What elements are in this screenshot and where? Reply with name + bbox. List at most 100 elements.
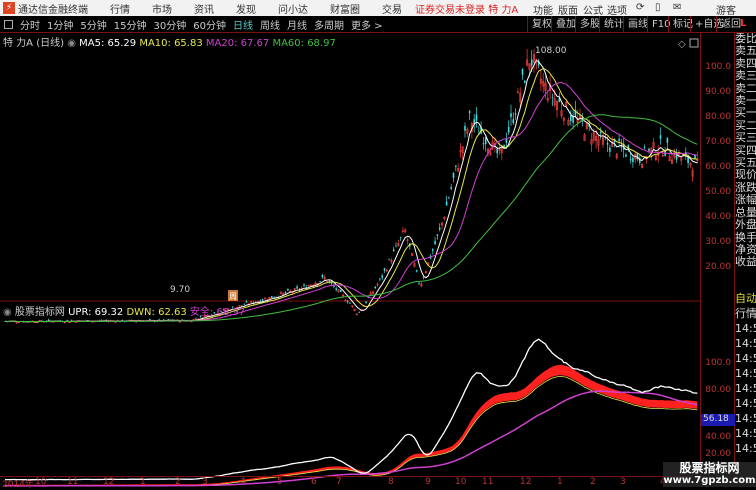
indicator-tick: 80.00 <box>705 385 731 395</box>
price-tick: 60.00 <box>705 162 731 172</box>
candle-body <box>328 280 331 282</box>
price-tick: 80.00 <box>705 112 731 122</box>
upr-line <box>5 338 698 481</box>
candle-body <box>551 97 554 98</box>
indicator-header: ◉ 股票指标网 UPR: 69.32 DWN: 62.63 安全: 68.97 <box>3 303 245 318</box>
date-tick: 9 <box>425 477 431 487</box>
candle-body <box>303 284 305 286</box>
quote-label: 买一 <box>735 106 756 120</box>
settings-icon[interactable]: ◉ <box>67 38 76 49</box>
candle-body <box>609 147 611 152</box>
candle-body <box>415 270 418 272</box>
candle-body <box>418 283 420 284</box>
candle-body <box>432 249 434 251</box>
settings-icon[interactable]: ◉ <box>3 307 12 318</box>
candle-body <box>648 148 650 151</box>
date-tick: 5 <box>277 477 283 487</box>
indicator-tick: 20.00 <box>705 449 731 459</box>
candle-body <box>381 275 383 278</box>
main-chart-header: 特 力A (日线) ◉ MA5: 65.29 MA10: 65.83 MA20:… <box>3 34 336 49</box>
current-value-badge: 56.18 <box>701 414 735 426</box>
maximize-icon[interactable] <box>689 38 699 48</box>
candle-body <box>599 131 602 134</box>
candle-body <box>383 268 386 271</box>
candle-body <box>121 319 124 321</box>
date-tick: 11 <box>67 477 79 487</box>
tick-time: 14:56 <box>735 441 756 455</box>
dwn-label: DWN: 62.63 <box>126 307 187 318</box>
indicator-lines <box>5 338 698 487</box>
tick-header[interactable]: 行情 <box>735 306 756 321</box>
watermark-title: 股票指标网 <box>679 461 740 475</box>
chart-canvas: 108.00 9.70 周 ◇ <box>0 38 700 487</box>
candle-body <box>512 119 515 124</box>
diamond-icon[interactable]: ◇ <box>678 39 686 50</box>
candle-body <box>524 80 526 83</box>
date-tick: 7 <box>336 477 342 487</box>
candle-body <box>66 320 68 321</box>
price-tick: 40.00 <box>705 212 731 222</box>
tick-time: 14:56 <box>735 426 756 440</box>
candle-body <box>261 299 264 301</box>
moving-averages <box>4 59 698 323</box>
right-quote-panel: 委比 卖五 卖四 卖三 卖二 卖一 买一 买二 买三 买四 买五 现价 涨跌 涨幅 总量 外盘 换手 净资 收益 自动… <box>735 33 756 487</box>
candle-body <box>666 137 669 143</box>
chart-title: 特 力A (日线) <box>3 38 65 49</box>
candle-body <box>450 187 452 189</box>
candle-body <box>687 157 689 163</box>
candle-body <box>629 158 632 161</box>
candle-body <box>388 259 390 261</box>
quote-label: 买三 <box>735 131 756 145</box>
date-tick: 8 <box>388 477 394 487</box>
watermark: 股票指标网 www.7gpzb.com <box>663 462 756 487</box>
date-axis: 2014年1011121234567891011121234 <box>0 476 700 490</box>
candle-body <box>448 197 450 199</box>
quote-label: 收益 <box>735 255 756 269</box>
candle-body <box>507 126 510 133</box>
candle-body <box>399 237 402 238</box>
candle-body <box>530 59 533 66</box>
candle-body <box>349 303 351 304</box>
candle-body <box>195 318 197 320</box>
candle-body <box>149 319 151 320</box>
candle-body <box>505 138 508 143</box>
indicator-name[interactable]: 股票指标网 <box>15 307 65 318</box>
candle-body <box>319 281 321 282</box>
upr-label: UPR: 69.32 <box>68 307 124 318</box>
quote-label: 卖五 <box>735 44 756 58</box>
date-tick: 1 <box>557 477 563 487</box>
candle-body <box>346 301 349 303</box>
ma60-label: MA60: 68.97 <box>272 38 336 49</box>
tick-header[interactable]: 自动 <box>735 291 756 306</box>
tick-time: 14:56 <box>735 351 756 365</box>
date-tick: 2014年 <box>2 480 34 490</box>
price-axis: 100.0 90.00 80.00 70.00 60.00 50.00 40.0… <box>700 33 735 476</box>
date-tick: 11 <box>482 477 494 487</box>
candle-body <box>445 201 448 206</box>
candle-body <box>606 142 609 145</box>
date-tick: 2 <box>590 477 596 487</box>
price-tick: 30.00 <box>705 237 731 247</box>
watermark-url: www.7gpzb.com <box>663 475 756 486</box>
quote-label: 现价 <box>735 168 756 182</box>
candle-body <box>496 148 498 154</box>
safe-line <box>5 390 698 487</box>
candle-body <box>659 135 662 139</box>
candle-body <box>374 286 377 289</box>
candle-body <box>379 278 381 280</box>
ma5-line <box>4 59 698 323</box>
tick-time: 14:56 <box>735 396 756 410</box>
ma5-label: MA5: 65.29 <box>79 38 137 49</box>
candle-body <box>436 234 439 236</box>
candle-body <box>570 115 572 121</box>
candle-body <box>358 312 360 313</box>
candle-body <box>287 288 289 291</box>
tick-time: 14:56 <box>735 411 756 425</box>
ma60-line <box>4 114 698 323</box>
tick-time: 14:56 <box>735 321 756 335</box>
candle-body <box>47 319 50 321</box>
candle-body <box>618 138 620 142</box>
quote-label: 卖三 <box>735 69 756 83</box>
date-tick: 10 <box>455 477 467 487</box>
candle-body <box>510 113 512 118</box>
